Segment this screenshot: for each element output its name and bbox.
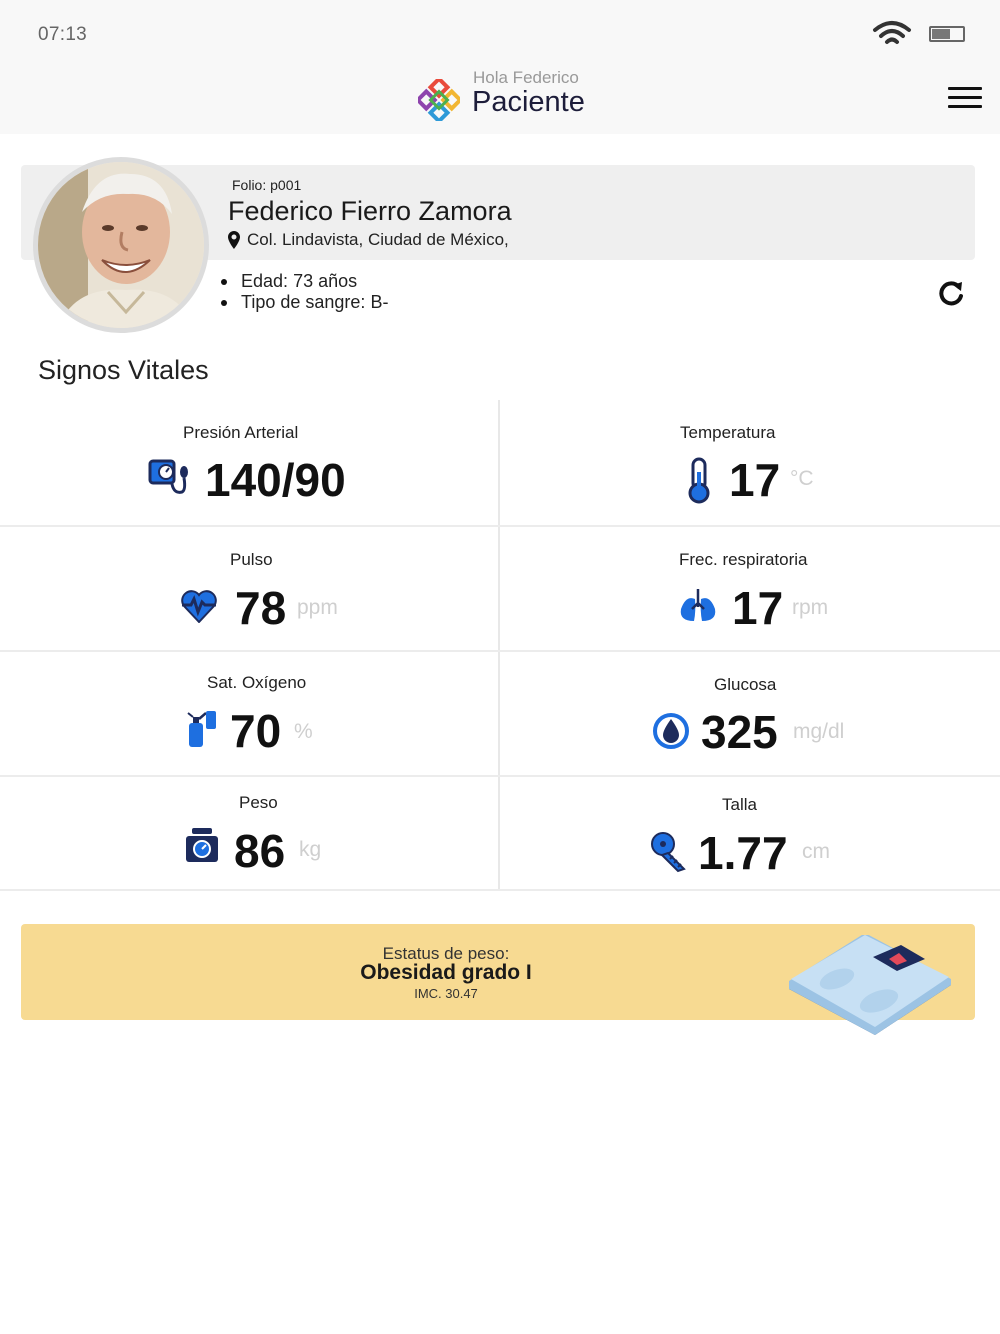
- vital-value: 70: [230, 705, 282, 757]
- vital-signs-grid: Presión Arterial 140/90 Temperatura 17 °…: [0, 400, 1000, 892]
- thermometer-icon: [688, 457, 710, 504]
- blood-pressure-monitor-icon: [148, 459, 188, 494]
- measuring-tape-icon: [651, 832, 686, 873]
- bathroom-scale-illustration: [789, 935, 951, 1035]
- vital-value: 1.77: [698, 827, 788, 879]
- age-label: Edad:: [241, 271, 289, 291]
- age-value: 73 años: [293, 271, 358, 291]
- lungs-icon: [680, 589, 716, 621]
- heart-pulse-icon: [181, 590, 217, 623]
- patient-folio: Folio: p001: [232, 177, 302, 193]
- vital-unit: kg: [299, 838, 322, 861]
- vital-temperature[interactable]: Temperatura 17 °C: [500, 400, 1000, 525]
- weight-status-value: Obesidad grado I: [360, 961, 532, 984]
- vital-height[interactable]: Talla 1.77 cm: [500, 777, 1000, 889]
- greeting-text: Hola Federico: [473, 68, 579, 87]
- vital-value: 325: [701, 706, 778, 758]
- patient-details: Edad: 73 años Tipo de sangre: B-: [220, 271, 389, 313]
- vital-unit: %: [294, 720, 313, 743]
- vital-value: 17: [729, 454, 781, 506]
- vital-value: 78: [235, 582, 287, 634]
- vital-label: Temperatura: [680, 423, 776, 442]
- weighing-scale-icon: [186, 828, 218, 862]
- vital-pulse[interactable]: Pulso 78 ppm: [0, 527, 498, 650]
- patient-blood-type: Tipo de sangre: B-: [220, 292, 389, 313]
- vital-respiratory-rate[interactable]: Frec. respiratoria 17 rpm: [500, 527, 1000, 650]
- refresh-icon[interactable]: [937, 279, 965, 307]
- vital-unit: rpm: [792, 596, 829, 619]
- vital-unit: °C: [790, 467, 814, 490]
- avatar: [33, 157, 209, 333]
- vital-label: Pulso: [230, 550, 273, 569]
- vital-unit: ppm: [297, 596, 338, 619]
- vital-oxygen-saturation[interactable]: Sat. Oxígeno 70 %: [0, 652, 498, 775]
- app-header: Hola Federico Paciente: [0, 62, 1000, 134]
- battery-icon: [929, 26, 965, 42]
- vital-glucose[interactable]: Glucosa 325 mg/dl: [500, 652, 1000, 775]
- vital-value: 17: [732, 582, 784, 634]
- vital-unit: mg/dl: [793, 720, 845, 743]
- vital-label: Frec. respiratoria: [679, 550, 808, 569]
- section-title: Signos Vitales: [38, 355, 209, 385]
- blood-type-label: Tipo de sangre:: [241, 292, 366, 312]
- status-time: 07:13: [38, 24, 88, 45]
- map-pin-icon: [228, 231, 240, 249]
- blood-drop-icon: [653, 713, 689, 749]
- status-bar: 07:13: [0, 0, 1000, 62]
- patient-name: Federico Fierro Zamora: [228, 196, 512, 226]
- patient-photo: [38, 162, 204, 328]
- address-text: Col. Lindavista, Ciudad de México,: [247, 230, 509, 249]
- vital-label: Presión Arterial: [183, 423, 299, 442]
- vital-label: Sat. Oxígeno: [207, 673, 307, 692]
- vital-label: Glucosa: [714, 675, 777, 694]
- vital-unit: cm: [802, 840, 830, 863]
- vital-value: 140/90: [205, 454, 346, 506]
- vital-label: Peso: [239, 793, 278, 812]
- vital-label: Talla: [722, 795, 757, 814]
- page-title: Paciente: [472, 86, 585, 118]
- wifi-icon: [873, 21, 911, 44]
- patient-age: Edad: 73 años: [220, 271, 388, 292]
- vital-blood-pressure[interactable]: Presión Arterial 140/90: [0, 400, 498, 525]
- imc-value: IMC. 30.47: [414, 986, 478, 1001]
- blood-type-value: B-: [370, 292, 389, 312]
- grid-divider: [0, 889, 1000, 891]
- vital-value: 86: [234, 825, 286, 877]
- hamburger-menu-icon[interactable]: [948, 87, 982, 113]
- vital-weight[interactable]: Peso 86 kg: [0, 777, 498, 889]
- patient-address: Col. Lindavista, Ciudad de México,: [228, 230, 509, 250]
- oxygen-tank-icon: [187, 711, 216, 747]
- app-logo: [418, 79, 460, 121]
